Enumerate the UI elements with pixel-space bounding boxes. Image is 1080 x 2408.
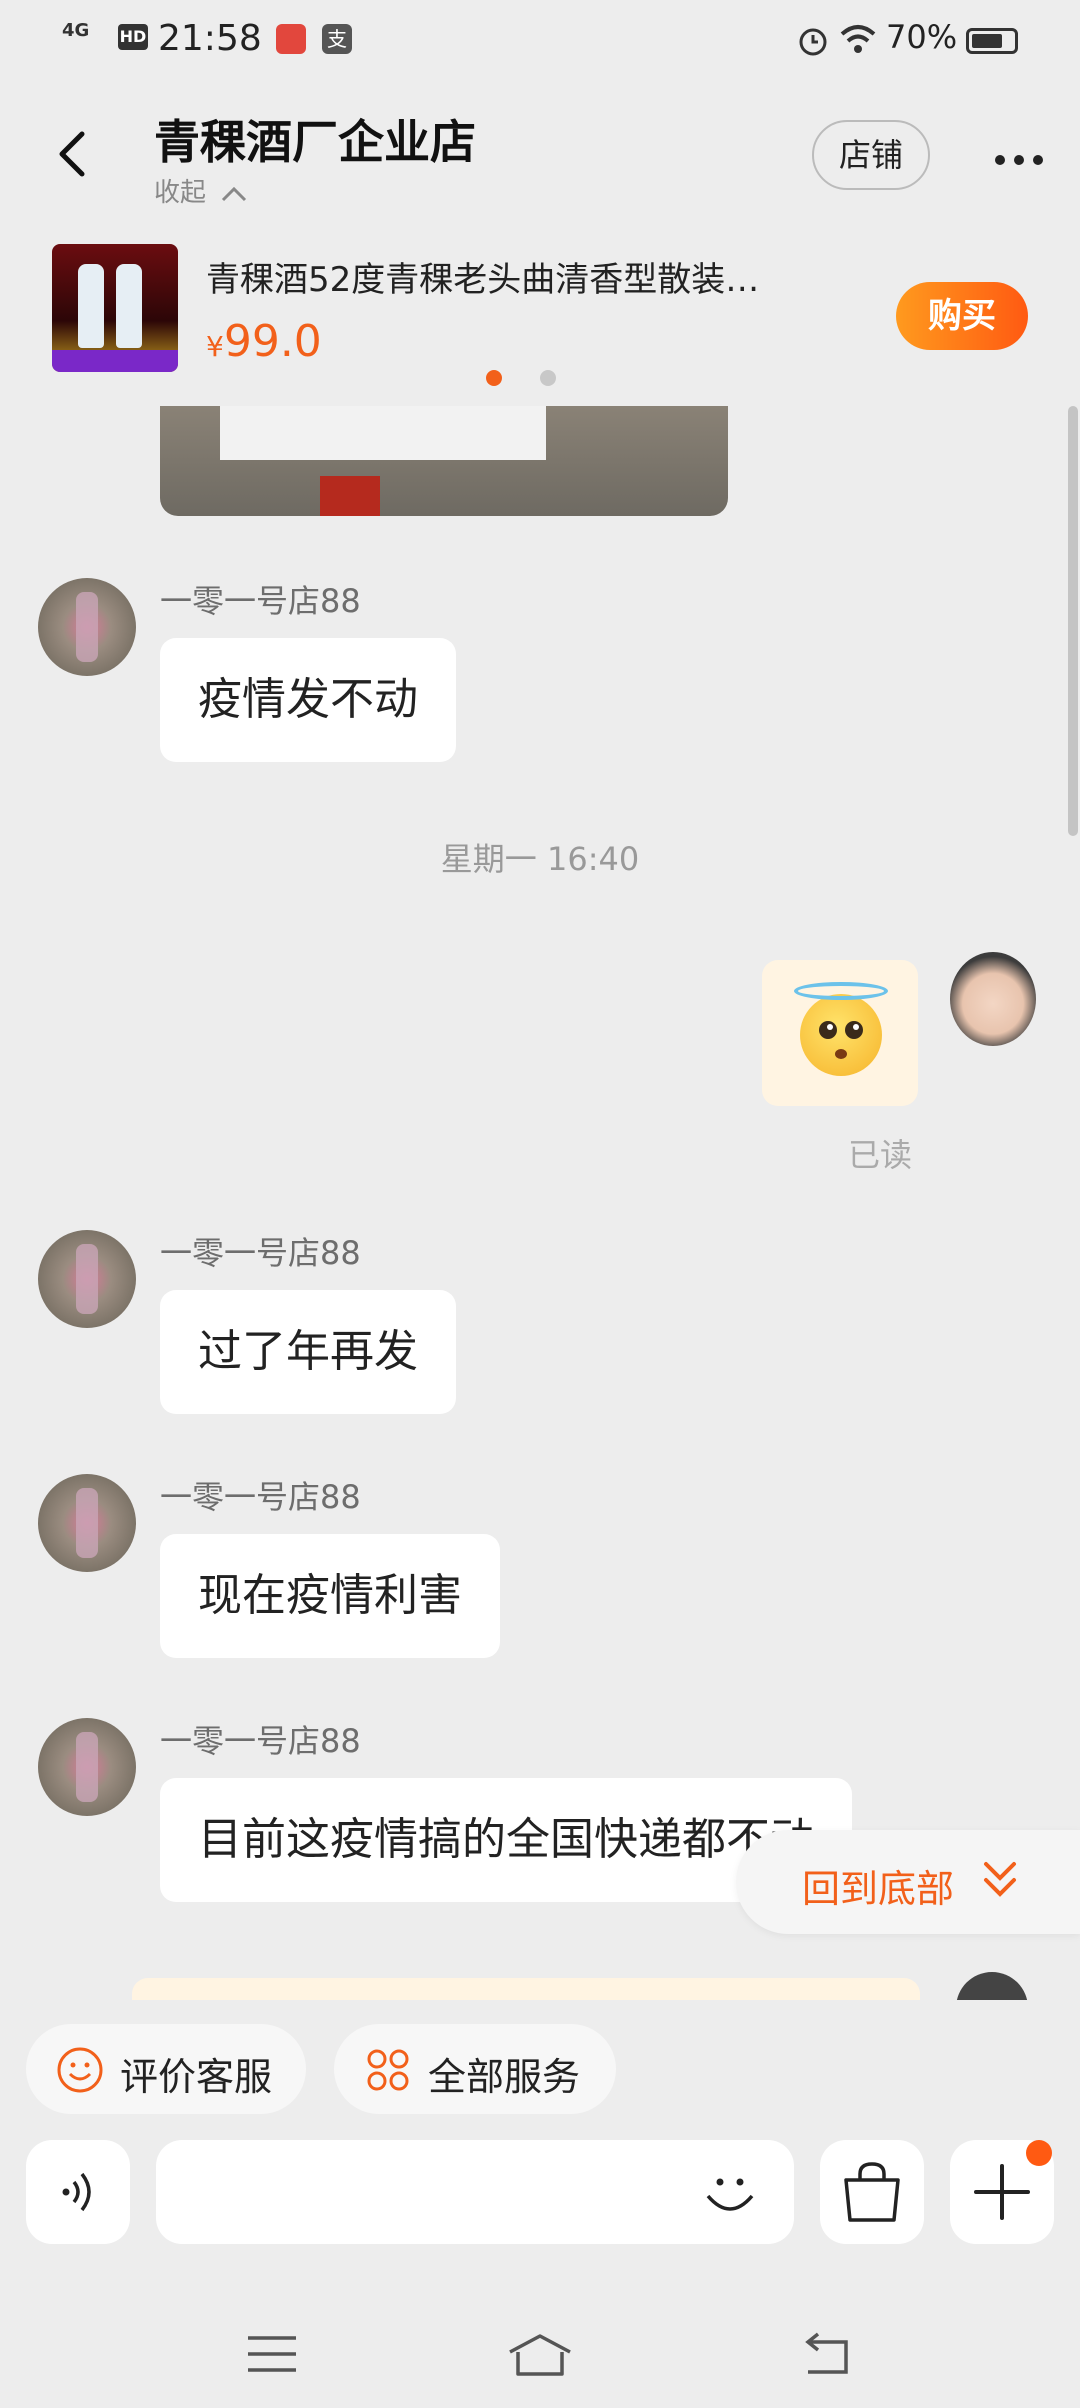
battery-level: 70% <box>886 18 958 56</box>
rate-service-label: 评价客服 <box>120 2055 273 2099</box>
notification-app-icon <box>276 24 306 54</box>
notification-dot <box>1026 2140 1052 2166</box>
message-bubble-partial[interactable] <box>132 1978 920 2000</box>
battery-icon <box>966 28 1018 54</box>
system-nav-bar <box>0 2300 1080 2408</box>
chevron-up-icon <box>222 186 247 201</box>
carousel-dot <box>540 370 556 386</box>
product-thumbnail[interactable] <box>52 244 178 372</box>
image-message[interactable] <box>160 406 728 516</box>
grid-icon <box>367 2049 409 2091</box>
product-price: ¥99.0 <box>206 316 322 367</box>
voice-button[interactable] <box>26 2140 130 2244</box>
back-arrow-icon[interactable] <box>52 128 92 180</box>
message-input[interactable] <box>156 2140 794 2244</box>
all-services-button[interactable]: 全部服务 <box>334 2024 616 2114</box>
scrollbar[interactable] <box>1068 406 1078 836</box>
double-chevron-down-icon <box>984 1862 1016 1897</box>
store-button[interactable]: 店铺 <box>812 120 930 190</box>
angel-emoji-icon <box>794 982 888 1076</box>
shop-avatar[interactable] <box>38 1474 136 1572</box>
emoji-message-bubble[interactable] <box>762 960 918 1106</box>
status-bar: 4G HD 21:58 支 70% <box>0 0 1080 85</box>
alipay-icon: 支 <box>322 24 352 54</box>
back-icon[interactable] <box>796 2330 856 2378</box>
more-options-icon[interactable] <box>995 150 1052 169</box>
voice-icon <box>62 2172 91 2212</box>
read-status: 已读 <box>848 1136 913 1174</box>
home-icon[interactable] <box>504 2330 576 2378</box>
timestamp: 星期一 16:40 <box>440 840 640 878</box>
wifi-icon <box>840 25 876 53</box>
rate-service-button[interactable]: 评价客服 <box>26 2024 306 2114</box>
shop-title: 青稞酒厂企业店 <box>154 115 476 169</box>
back-to-bottom-button[interactable]: 回到底部 <box>736 1830 1080 1934</box>
message-bubble[interactable]: 过了年再发 <box>160 1290 456 1414</box>
message-bubble[interactable]: 疫情发不动 <box>160 638 456 762</box>
user-avatar[interactable] <box>956 1972 1028 2000</box>
clock: 21:58 <box>158 18 262 59</box>
orders-button[interactable] <box>820 2140 924 2244</box>
user-avatar[interactable] <box>950 952 1036 1046</box>
shop-avatar[interactable] <box>38 1230 136 1328</box>
collapse-toggle[interactable]: 收起 <box>154 172 248 209</box>
hd-icon: HD <box>118 24 148 50</box>
product-title[interactable]: 青稞酒52度青稞老头曲清香型散装… <box>206 252 856 301</box>
sender-name: 一零一号店88 <box>160 582 361 620</box>
shop-avatar[interactable] <box>38 578 136 676</box>
emoji-icon[interactable] <box>702 2164 758 2220</box>
menu-icon[interactable] <box>244 2330 300 2378</box>
chat-area[interactable]: 一零一号店88 疫情发不动 星期一 16:40 已读 一零一号店88 过了年再发… <box>0 406 1080 2000</box>
buy-button[interactable]: 购买 <box>896 282 1028 350</box>
sender-name: 一零一号店88 <box>160 1234 361 1272</box>
shopping-bag-icon <box>844 2162 900 2222</box>
network-indicator: 4G <box>62 20 90 41</box>
collapse-label: 收起 <box>154 178 207 208</box>
back-to-bottom-label: 回到底部 <box>802 1867 955 1911</box>
alarm-icon <box>799 28 827 56</box>
all-services-label: 全部服务 <box>428 2055 581 2099</box>
sender-name: 一零一号店88 <box>160 1478 361 1516</box>
sender-name: 一零一号店88 <box>160 1722 361 1760</box>
smiley-icon <box>57 2047 103 2093</box>
carousel-dot-active <box>486 370 502 386</box>
shop-avatar[interactable] <box>38 1718 136 1816</box>
message-bubble[interactable]: 现在疫情利害 <box>160 1534 500 1658</box>
